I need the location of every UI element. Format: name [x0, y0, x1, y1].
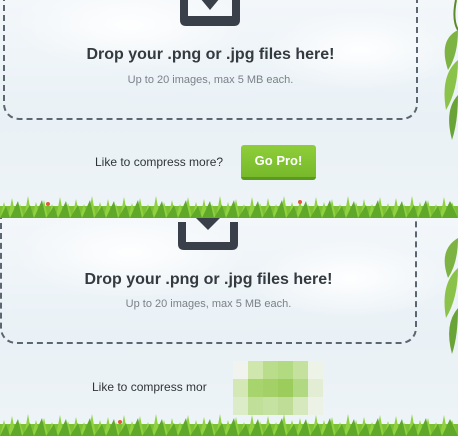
- grass-border: [0, 414, 458, 436]
- upload-tray-icon: [178, 218, 238, 250]
- drop-title: Drop your .png or .jpg files here!: [86, 46, 335, 63]
- grass-border: [0, 196, 458, 218]
- leaf-icon: [444, 238, 458, 354]
- drop-subtitle: Up to 20 images, max 5 MB each.: [125, 298, 292, 310]
- promo-text: Like to compress mor: [92, 380, 207, 394]
- leaf-icon: [444, 0, 458, 140]
- pixelated-pro-button[interactable]: [233, 361, 323, 415]
- go-pro-button[interactable]: Go Pro!: [241, 145, 316, 180]
- upload-panel-bottom: Drop your .png or .jpg files here! Up to…: [0, 218, 458, 436]
- drop-title: Drop your .png or .jpg files here!: [84, 271, 333, 288]
- promo-text: Like to compress more?: [95, 155, 224, 169]
- upload-tray-icon: [180, 0, 240, 26]
- upload-panel-top: Drop your .png or .jpg files here! Up to…: [0, 0, 458, 218]
- drop-subtitle: Up to 20 images, max 5 MB each.: [127, 74, 294, 86]
